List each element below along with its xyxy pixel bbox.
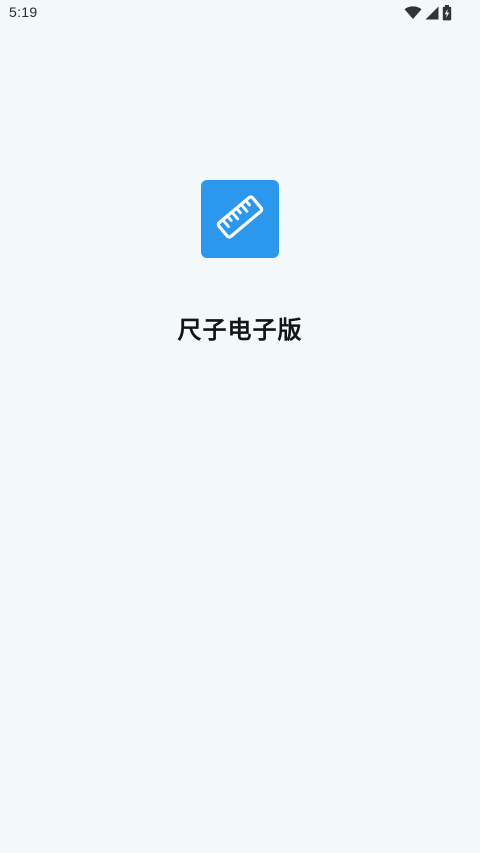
battery-charging-icon: [442, 5, 452, 21]
wifi-icon: [404, 6, 422, 20]
app-logo: [201, 180, 279, 258]
status-bar: 5:19: [0, 0, 480, 26]
ruler-icon: [212, 189, 268, 249]
status-icons: [404, 4, 452, 22]
cellular-signal-icon: [425, 6, 439, 20]
status-time: 5:19: [9, 4, 38, 20]
app-name-title: 尺子电子版: [177, 316, 303, 344]
